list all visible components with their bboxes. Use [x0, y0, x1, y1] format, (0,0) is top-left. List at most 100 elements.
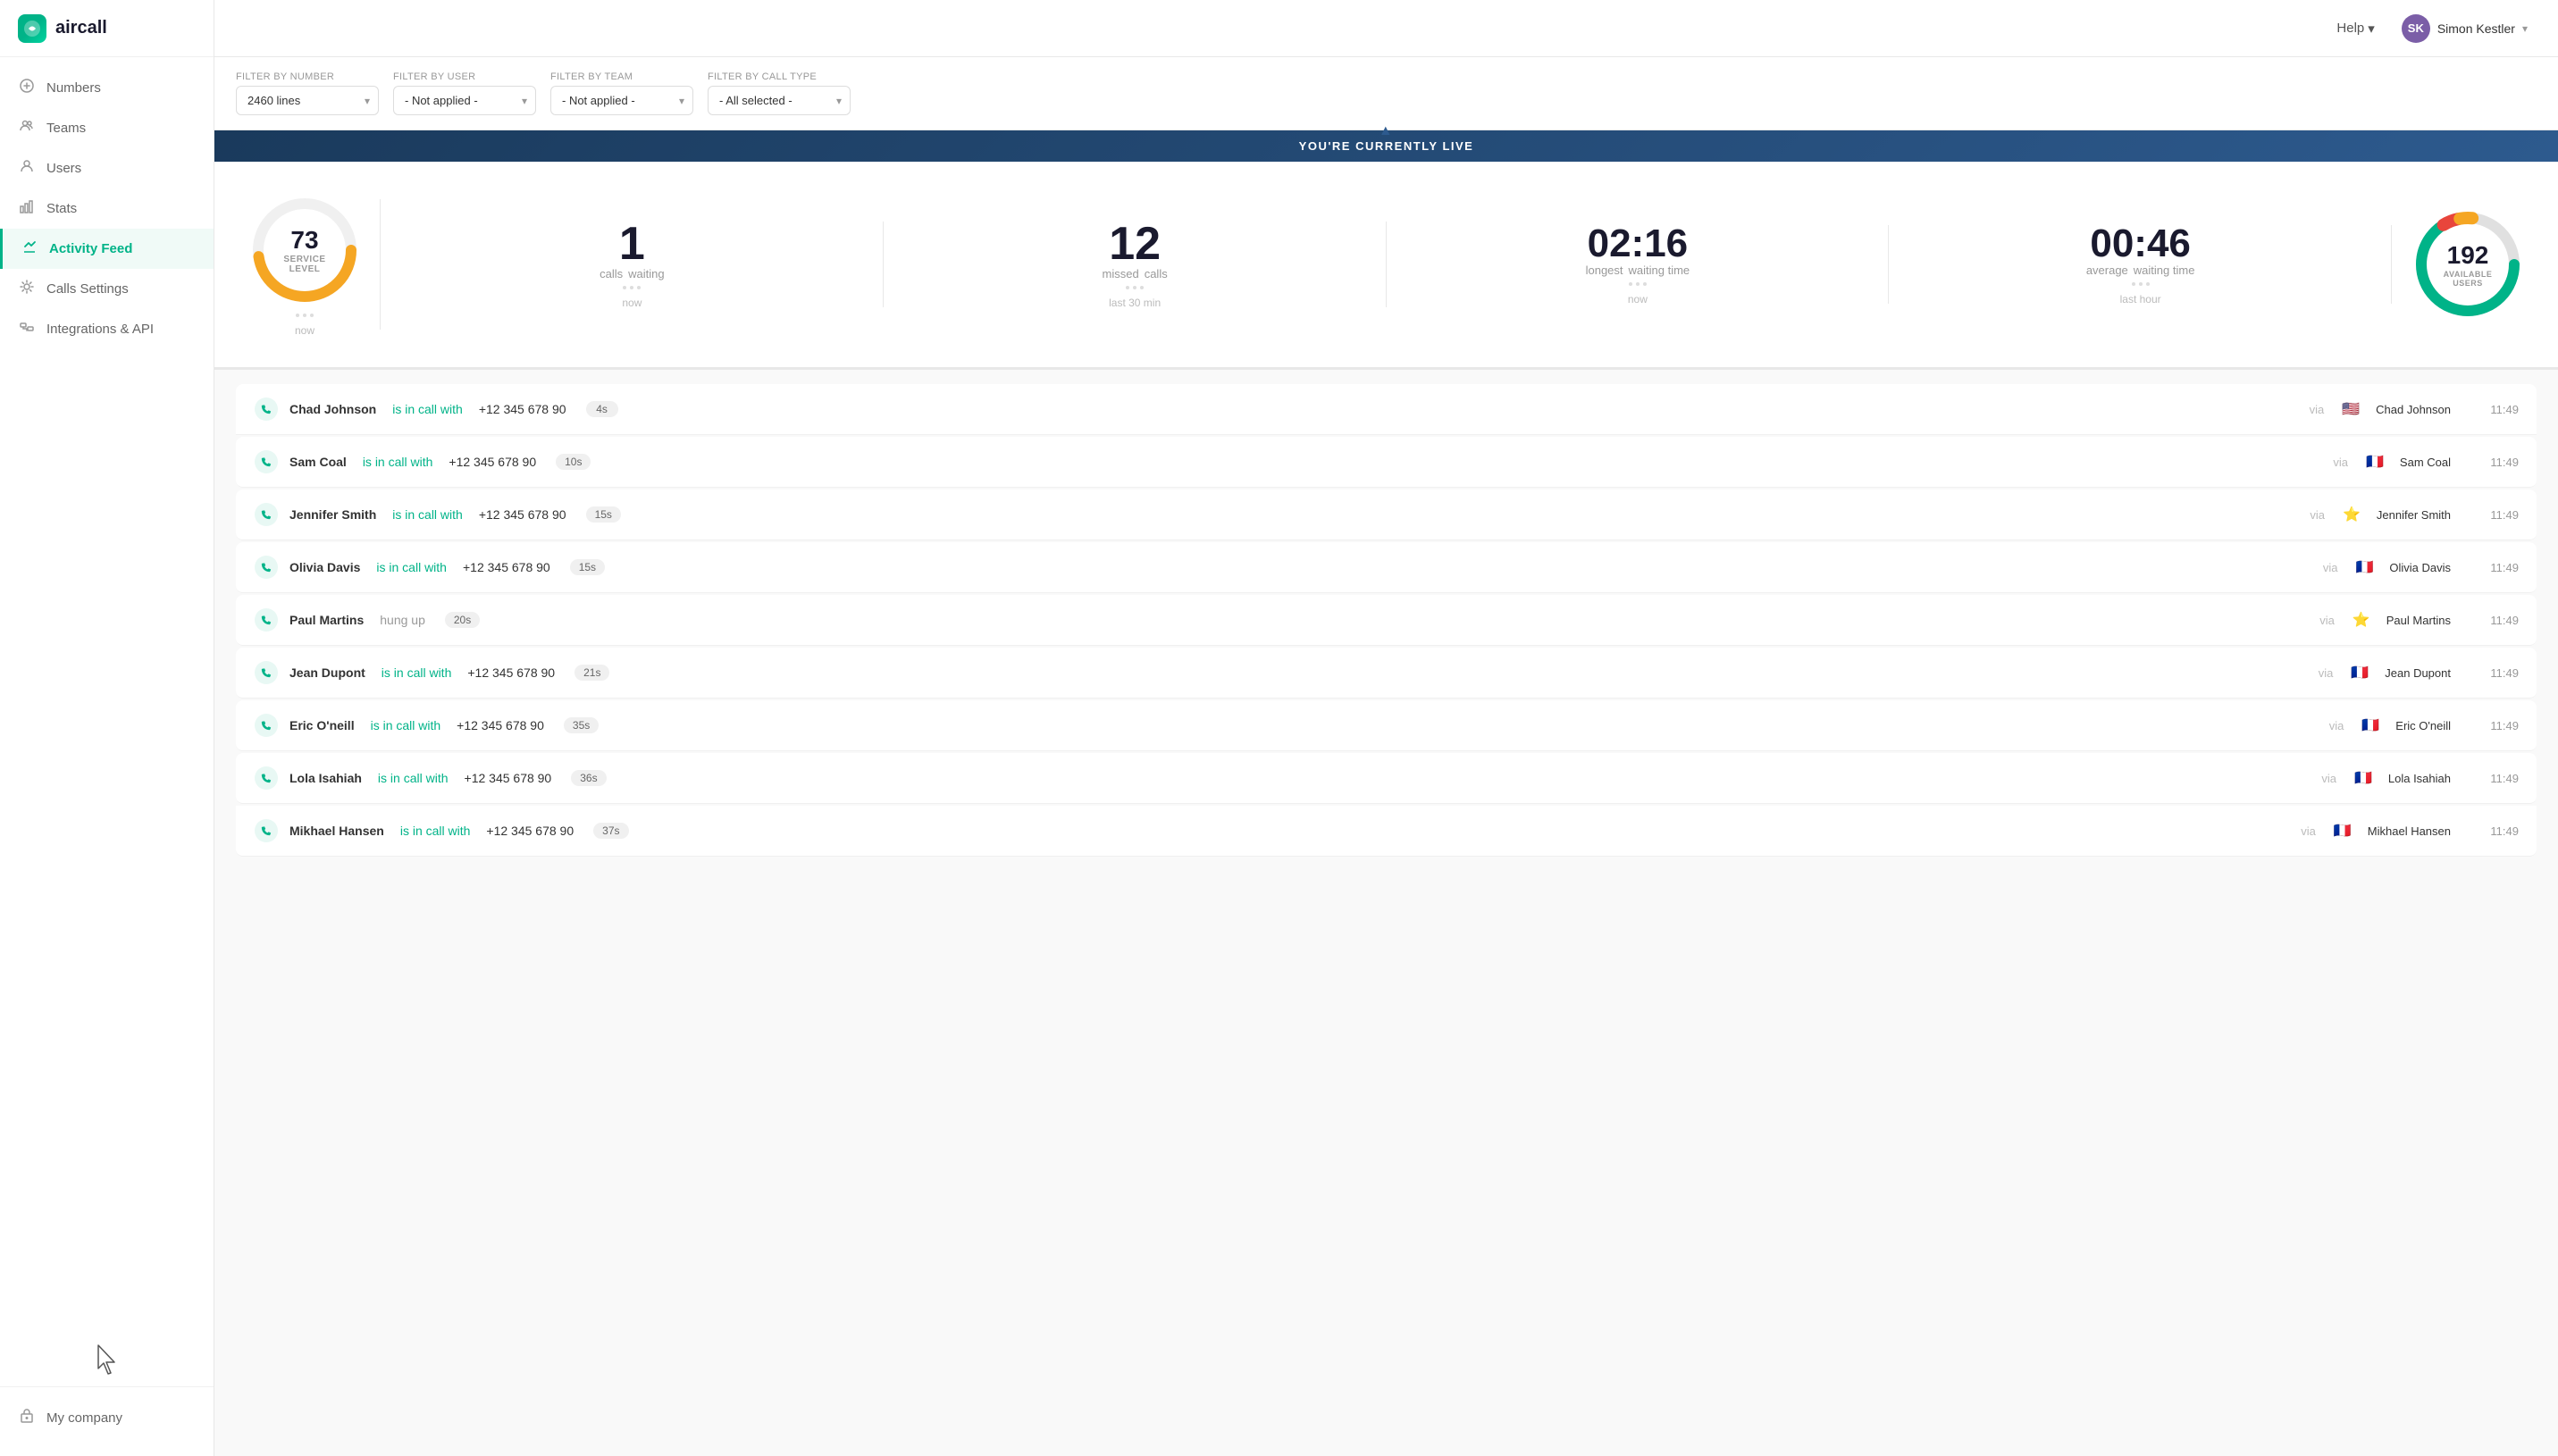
call-icon	[254, 660, 279, 685]
activity-via: via	[2319, 614, 2335, 627]
agent-name: Paul Martins	[2386, 614, 2451, 627]
activity-row: Paul Martins hung up 20s via ⭐ Paul Mart…	[236, 595, 2537, 646]
activity-status: is in call with	[382, 665, 452, 680]
avg-wait-value: 00:46	[2090, 224, 2191, 264]
call-icon	[254, 449, 279, 474]
activity-name: Sam Coal	[289, 455, 347, 469]
user-menu[interactable]: SK Simon Kestler ▾	[2393, 9, 2537, 48]
topbar: Help ▾ SK Simon Kestler ▾	[214, 0, 2558, 57]
activity-status: is in call with	[400, 824, 471, 838]
activity-row: Jean Dupont is in call with +12 345 678 …	[236, 648, 2537, 699]
avg-wait-time: last hour	[2120, 293, 2161, 305]
integrations-icon	[18, 320, 36, 339]
missed-calls-time: last 30 min	[1109, 297, 1161, 309]
filter-user-label: Filter by user	[393, 71, 536, 82]
stats-row: 73 SERVICE LEVEL now 1 calls waiting	[214, 162, 2558, 370]
my-company-icon	[18, 1409, 36, 1427]
flag-icon: ⭐	[2343, 506, 2361, 523]
live-banner-text: YOU'RE CURRENTLY LIVE	[1299, 139, 1474, 153]
activity-time: 11:49	[2483, 403, 2519, 416]
activity-list: Chad Johnson is in call with +12 345 678…	[214, 370, 2558, 871]
sidebar-item-stats[interactable]: Stats	[0, 188, 214, 229]
activity-via: via	[2333, 456, 2348, 469]
activity-name: Paul Martins	[289, 613, 364, 627]
activity-name: Lola Isahiah	[289, 771, 362, 785]
filter-number-select[interactable]: 2460 lines	[236, 86, 379, 115]
agent-name: Mikhael Hansen	[2368, 824, 2451, 838]
numbers-icon	[18, 79, 36, 97]
service-level-value: 73	[276, 226, 334, 255]
activity-name: Jennifer Smith	[289, 507, 376, 522]
logo: aircall	[0, 0, 214, 57]
activity-via: via	[2321, 772, 2336, 785]
sidebar-item-users[interactable]: Users	[0, 148, 214, 188]
activity-status: is in call with	[392, 402, 463, 416]
available-users-label: AVAILABLE USERS	[2441, 270, 2495, 288]
call-icon	[254, 397, 279, 422]
service-level-time: now	[295, 324, 315, 337]
integrations-label: Integrations & API	[46, 322, 154, 337]
activity-duration: 35s	[564, 717, 599, 733]
missed-calls-dots	[1126, 286, 1144, 289]
activity-name: Olivia Davis	[289, 560, 360, 574]
activity-duration: 15s	[570, 559, 605, 575]
filter-team-select[interactable]: - Not applied -	[550, 86, 693, 115]
call-icon	[254, 607, 279, 632]
agent-name: Chad Johnson	[2376, 403, 2451, 416]
activity-time: 11:49	[2483, 456, 2519, 469]
activity-via: via	[2310, 508, 2325, 522]
filter-calltype-wrapper: - All selected -	[708, 86, 851, 115]
activity-duration: 20s	[445, 612, 480, 628]
activity-status: is in call with	[378, 771, 449, 785]
sidebar-item-activity-feed[interactable]: Activity Feed	[0, 229, 214, 269]
sidebar: aircall Numbers Teams Users Stats	[0, 0, 214, 1456]
filter-calltype-select[interactable]: - All selected -	[708, 86, 851, 115]
agent-name: Sam Coal	[2400, 456, 2451, 469]
flag-icon: 🇫🇷	[2355, 558, 2373, 576]
activity-duration: 4s	[586, 401, 618, 417]
agent-name: Jean Dupont	[2385, 666, 2451, 680]
flag-icon: 🇫🇷	[2354, 769, 2372, 787]
activity-number: +12 345 678 90	[449, 455, 536, 469]
flag-icon: ⭐	[2353, 611, 2370, 629]
sidebar-item-numbers[interactable]: Numbers	[0, 68, 214, 108]
activity-number: +12 345 678 90	[465, 771, 552, 785]
teams-label: Teams	[46, 121, 86, 136]
call-icon	[254, 713, 279, 738]
calls-settings-label: Calls Settings	[46, 281, 129, 297]
sidebar-item-teams[interactable]: Teams	[0, 108, 214, 148]
filter-bar: Filter by number 2460 lines Filter by us…	[214, 57, 2558, 130]
stat-longest-wait: 02:16 longest waiting time now	[1387, 215, 1890, 314]
available-users-chart: 192 AVAILABLE USERS	[2410, 206, 2526, 322]
flag-icon: 🇫🇷	[2334, 822, 2352, 840]
activity-via: via	[2301, 824, 2316, 838]
activity-duration: 21s	[575, 665, 609, 681]
help-button[interactable]: Help ▾	[2336, 21, 2374, 37]
filter-number-wrapper: 2460 lines	[236, 86, 379, 115]
activity-status: hung up	[380, 613, 425, 627]
flag-icon: 🇫🇷	[2366, 453, 2384, 471]
activity-via: via	[2329, 719, 2344, 732]
longest-wait-label1: longest	[1586, 264, 1623, 277]
filter-team-wrapper: - Not applied -	[550, 86, 693, 115]
service-level-label: SERVICE LEVEL	[276, 255, 334, 274]
sidebar-item-my-company[interactable]: My company	[0, 1398, 214, 1438]
sidebar-nav: Numbers Teams Users Stats Activity Feed	[0, 57, 214, 1333]
activity-time: 11:49	[2483, 614, 2519, 627]
avg-wait-label1: average	[2086, 264, 2128, 277]
calls-waiting-dots	[623, 286, 641, 289]
activity-time: 11:49	[2483, 719, 2519, 732]
calls-waiting-label1: calls	[600, 267, 623, 280]
filter-user-select[interactable]: - Not applied -	[393, 86, 536, 115]
activity-number: +12 345 678 90	[467, 665, 555, 680]
filter-user: Filter by user - Not applied -	[393, 71, 536, 115]
sidebar-item-integrations[interactable]: Integrations & API	[0, 309, 214, 349]
activity-row: Jennifer Smith is in call with +12 345 6…	[236, 490, 2537, 540]
sidebar-item-calls-settings[interactable]: Calls Settings	[0, 269, 214, 309]
activity-duration: 36s	[571, 770, 606, 786]
activity-row: Sam Coal is in call with +12 345 678 90 …	[236, 437, 2537, 488]
activity-feed-icon	[21, 239, 38, 258]
activity-via: via	[2310, 403, 2325, 416]
call-icon	[254, 555, 279, 580]
stat-missed-calls: 12 missed calls last 30 min	[884, 212, 1387, 318]
